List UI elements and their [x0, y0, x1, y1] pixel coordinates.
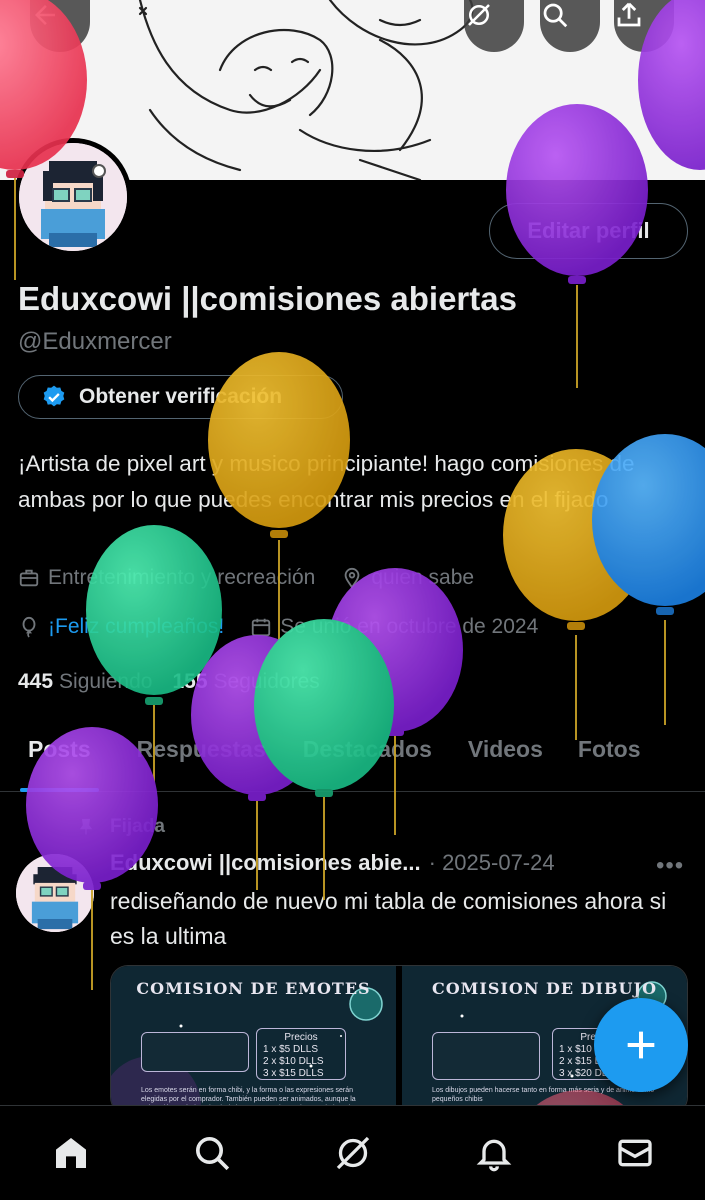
tab-photos[interactable]: Fotos: [578, 720, 641, 792]
post-text: rediseñando de nuevo mi tabla de comisio…: [110, 888, 667, 949]
location-pin-icon: [344, 567, 360, 589]
post-author-avatar[interactable]: [16, 854, 94, 932]
search-icon: [195, 1137, 229, 1171]
pixel-art-avatar-small: [16, 854, 94, 932]
share-icon: [617, 2, 641, 27]
tab-highlights[interactable]: Destacados: [303, 720, 432, 792]
compose-post-button[interactable]: [594, 998, 688, 1092]
follow-stats: 445 Siguiendo 155 Seguidores: [18, 670, 340, 694]
pixel-art-avatar: [19, 143, 127, 251]
post-author-name[interactable]: Eduxcowi ||comisiones abie...: [110, 850, 421, 876]
tab-photos-label: Fotos: [577, 736, 641, 762]
tab-posts-label: Posts: [28, 736, 91, 762]
nav-notifications[interactable]: [464, 1123, 524, 1183]
tab-replies-label: Respuestas: [136, 736, 266, 762]
profile-meta-row-1: Entretenimiento y recreación quien sabe: [18, 566, 500, 590]
briefcase-icon: [19, 569, 39, 587]
join-date: Se unió en octubre de 2024: [280, 615, 539, 638]
media-image-emotes[interactable]: COMISION DE EMOTES Precios 1 x $5 DLLS 2…: [111, 966, 396, 1114]
balloon-icon: [22, 616, 36, 638]
price-line: 3 x $15 DLLS: [263, 1068, 324, 1079]
mail-icon: [617, 1139, 652, 1167]
following-label: Siguiendo: [59, 670, 153, 693]
followers-link[interactable]: 155 Seguidores: [172, 670, 319, 694]
profile-avatar[interactable]: [14, 138, 132, 256]
profile-category: Entretenimiento y recreación: [48, 566, 316, 589]
post-date[interactable]: · 2025-07-24: [429, 850, 555, 876]
following-link[interactable]: 445 Siguiendo: [18, 670, 152, 694]
price-line: 1 x $5 DLLS: [263, 1044, 319, 1055]
nav-search[interactable]: [182, 1123, 242, 1183]
arrow-left-icon: [35, 5, 55, 25]
profile-tabs: Posts Respuestas Destacados Videos Fotos: [0, 720, 705, 792]
emotes-card-title: COMISION DE EMOTES: [136, 979, 371, 998]
plus-icon: [627, 1031, 655, 1059]
nav-messages[interactable]: [605, 1123, 665, 1183]
calendar-icon: [252, 618, 271, 637]
display-name: Eduxcowi ||comisiones abiertas: [18, 280, 517, 317]
nav-home[interactable]: [41, 1123, 101, 1183]
tab-videos-label: Videos: [467, 736, 543, 762]
birthday-link[interactable]: ¡Feliz cumpleaños!: [48, 615, 224, 639]
active-tab-indicator: [20, 788, 99, 792]
search-icon: [543, 3, 568, 28]
price-header: Precios: [284, 1032, 318, 1043]
tab-posts[interactable]: Posts: [20, 720, 99, 792]
drawing-samples: [432, 1032, 540, 1080]
following-count: 445: [18, 670, 54, 693]
tab-replies[interactable]: Respuestas: [137, 720, 266, 792]
nav-grok[interactable]: [323, 1123, 383, 1183]
post-more-button[interactable]: •••: [656, 852, 684, 880]
emotes-price-box: Precios 1 x $5 DLLS 2 x $10 DLLS 3 x $15…: [256, 1028, 346, 1080]
followers-label: Seguidores: [213, 670, 320, 693]
get-verified-label: Obtener verificación: [79, 385, 283, 408]
profile-location: quien sabe: [371, 566, 475, 589]
post-header: Eduxcowi ||comisiones abie... · 2025-07-…: [110, 850, 555, 876]
edit-profile-button[interactable]: Editar perfil: [489, 203, 688, 259]
grok-icon: [336, 1136, 369, 1170]
grok-icon: [468, 4, 490, 26]
pinned-label: Fijada: [110, 816, 165, 837]
drawing-card-title: COMISION DE DIBUJO: [431, 979, 658, 998]
pinned-indicator: Fijada: [76, 816, 165, 838]
bottom-navigation: [0, 1105, 705, 1200]
followers-count: 155: [172, 670, 208, 693]
username-handle: @Eduxmercer: [18, 328, 172, 355]
get-verified-button[interactable]: Obtener verificación: [18, 375, 343, 419]
profile-meta-row-2: ¡Feliz cumpleaños! Se unió en octubre de…: [18, 615, 564, 639]
profile-bio: ¡Artista de pixel art y musico principia…: [18, 451, 635, 512]
pin-icon: [79, 818, 93, 835]
bell-icon: [476, 1139, 511, 1172]
tab-highlights-label: Destacados: [302, 736, 432, 762]
home-icon: [55, 1138, 86, 1168]
price-line: 2 x $10 DLLS: [263, 1056, 324, 1067]
verified-badge-icon: [43, 385, 65, 407]
tab-videos[interactable]: Videos: [468, 720, 543, 792]
emote-samples: [141, 1032, 249, 1072]
